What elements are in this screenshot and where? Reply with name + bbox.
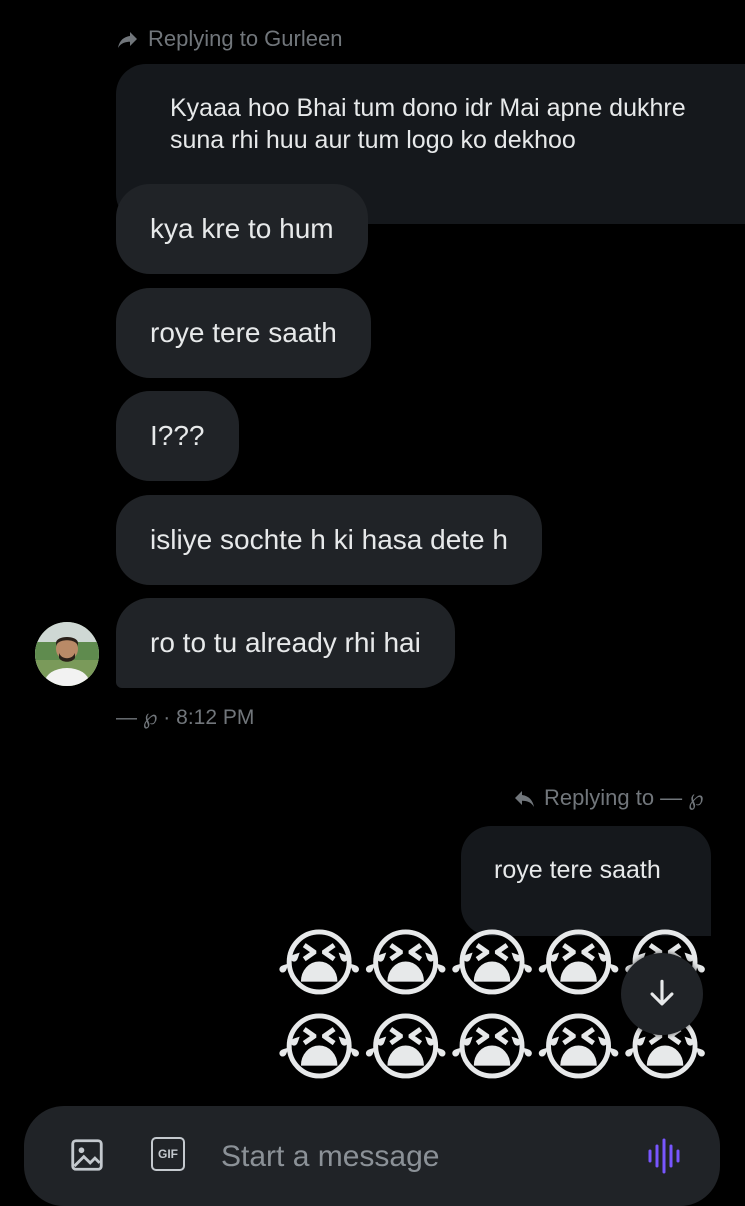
arrow-down-icon [650,979,674,1006]
message-text: roye tere saath [150,317,337,348]
reply-arrow-icon [118,32,137,48]
reply-meta-right: Replying to — ℘ [512,785,704,811]
image-icon[interactable] [68,1136,106,1179]
message-composer: GIF [24,1106,720,1206]
message-bubble[interactable]: kya kre to hum [116,184,368,274]
scroll-to-bottom-button[interactable] [621,953,703,1035]
quoted-text: roye tere saath [494,856,661,884]
gif-label: GIF [151,1137,185,1171]
message-text: isliye sochte h ki hasa dete h [150,524,508,555]
message-text: ro to tu already rhi hai [150,627,421,658]
message-bubble[interactable]: I??? [116,391,239,481]
avatar-image [35,622,99,686]
quoted-message-right[interactable]: roye tere saath [461,826,711,936]
message-text: kya kre to hum [150,213,334,244]
reply-to-label: Replying to — ℘ [544,785,704,810]
voice-icon[interactable] [646,1138,686,1179]
gif-icon[interactable]: GIF [151,1137,185,1171]
reply-arrow-icon [515,791,534,807]
message-timestamp: — ℘ · 8:12 PM [116,706,255,729]
message-text: I??? [150,420,205,451]
message-input[interactable] [219,1134,613,1180]
message-bubble[interactable]: isliye sochte h ki hasa dete h [116,495,542,585]
avatar[interactable] [35,622,99,686]
message-bubble[interactable]: roye tere saath [116,288,371,378]
reply-meta-top: Replying to Gurleen [116,26,342,52]
quoted-text: Kyaaa hoo Bhai tum dono idr Mai apne duk… [170,94,686,154]
message-bubble[interactable]: ro to tu already rhi hai [116,598,455,688]
reply-to-label: Replying to Gurleen [148,26,343,51]
